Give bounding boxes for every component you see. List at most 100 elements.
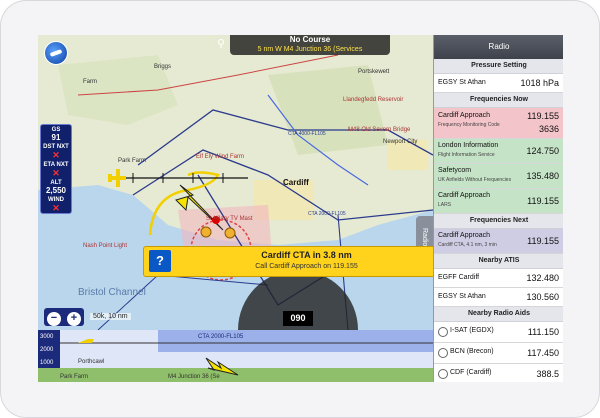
alert-title: Cardiff CTA in 3.8 nm [261, 250, 352, 260]
aid-name: I-SAT (EGDX) [450, 327, 494, 334]
aid-freq: 117.450 [527, 348, 559, 358]
radio-panel: Radio Pressure Setting EGSY St Athan 101… [433, 35, 563, 382]
instrument-label-alt: ALT [50, 180, 62, 186]
zoom-controls: − + [44, 308, 84, 326]
squawk-code: 3636 [538, 124, 559, 134]
atis-row-cardiff[interactable]: EGFF Cardiff 132.480 [434, 269, 563, 288]
instrument-value-dst: ✕ [52, 150, 60, 160]
vor-icon [438, 348, 448, 358]
map-label-cardiff: Cardiff [283, 178, 309, 187]
pressure-value: 1018 hPa [520, 78, 559, 88]
airspace-alert[interactable]: ? Cardiff CTA in 3.8 nm Call Cardiff App… [143, 246, 433, 277]
instrument-strip[interactable]: GS 91 DST NXT ✕ ETA NXT ✕ ALT 2,550 WIND… [40, 124, 72, 214]
freq-value: 135.480 [526, 171, 559, 181]
freq-row-cardiff-approach[interactable]: Cardiff Approach Frequency Monitoring Co… [434, 108, 563, 139]
profile-alt-2000: 2000 [40, 347, 54, 353]
freq-sub: LARS [438, 202, 452, 208]
profile-label-cta: CTA 2000-FL105 [198, 334, 244, 340]
freq-name: Cardiff Approach [438, 192, 491, 199]
freq-row-lars[interactable]: Cardiff Approach LARS 119.155 [434, 189, 563, 214]
instrument-label-wind: WIND [48, 197, 64, 203]
ndb-icon [438, 369, 448, 379]
map-label-newport: Newport City [383, 139, 417, 145]
freq-value: 119.155 [527, 111, 559, 121]
atis-name: EGSY St Athan [438, 293, 486, 300]
aid-name: CDF (Cardiff) [450, 369, 492, 376]
map-label-sthilary: St Hilary TV Mast [206, 216, 253, 222]
instrument-value-wind: ✕ [52, 203, 60, 213]
freq-name: London Information [438, 142, 499, 149]
freq-sub: Flight Information Service [438, 152, 495, 158]
pressure-row[interactable]: EGSY St Athan 1018 hPa [434, 74, 563, 93]
profile-alt-3000: 3000 [40, 334, 54, 340]
ils-icon [438, 327, 448, 337]
freq-row-london-info[interactable]: London Information Flight Information Se… [434, 139, 563, 164]
profile-alt-1000: 1000 [40, 360, 54, 366]
atis-header: Nearby ATIS [434, 254, 563, 269]
map-label-m48: M48 Old Severn Bridge [348, 127, 411, 133]
profile-label-park-farm: Park Farm [60, 374, 88, 380]
aid-row-cdf[interactable]: CDF (Cardiff) 388.5 [434, 364, 563, 382]
course-banner[interactable]: ⚲ No Course 5 nm W M4 Junction 36 (Servi… [217, 35, 390, 55]
freq-next-row[interactable]: Cardiff Approach Cardiff CTA, 4.1 nm, 3 … [434, 229, 563, 254]
freq-name: Cardiff Approach [438, 112, 491, 119]
freq-sub: Cardiff CTA, 4.1 nm, 3 min [438, 242, 497, 248]
tablet-frame: Briggs Farm Portskewett Llandegfedd Rese… [0, 0, 600, 418]
map-label-cta2: CTA 2000-FL105 [308, 211, 346, 217]
freq-name: Safetycom [438, 167, 472, 174]
map-scale: 50k, 10 nm [90, 313, 131, 320]
aid-freq: 111.150 [527, 327, 559, 337]
freq-now-header: Frequencies Now [434, 93, 563, 108]
atis-freq: 132.480 [526, 273, 559, 283]
search-icon[interactable]: ⚲ [214, 37, 228, 51]
aid-name: BCN (Brecon) [450, 348, 494, 355]
atis-name: EGFF Cardiff [438, 274, 480, 281]
app-screen: Briggs Farm Portskewett Llandegfedd Rese… [38, 35, 563, 382]
map-label-park-farm: Park Farm [118, 158, 146, 164]
map-label-portskewett: Portskewett [358, 69, 390, 75]
profile-canvas: 3000 2000 1000 CTA 2000-FL105 Porthcawl … [38, 330, 433, 382]
map-canvas: Briggs Farm Portskewett Llandegfedd Rese… [38, 35, 433, 330]
vertical-profile[interactable]: 3000 2000 1000 CTA 2000-FL105 Porthcawl … [38, 330, 433, 382]
freq-sub: UK Airfields Without Frequencies [438, 177, 512, 183]
map-label-llandegfedd: Llandegfedd Reservoir [343, 97, 403, 103]
question-icon[interactable]: ? [149, 250, 171, 272]
zoom-in-button[interactable]: + [67, 312, 81, 326]
instrument-label-eta: ETA NXT [43, 162, 69, 168]
map-label-bristol: Bristol Channel [78, 287, 146, 298]
pressure-name: EGSY St Athan [438, 79, 486, 86]
freq-row-safetycom[interactable]: Safetycom UK Airfields Without Frequenci… [434, 164, 563, 189]
aid-row-isat[interactable]: I-SAT (EGDX) 111.150 [434, 322, 563, 343]
instrument-value-gs: 91 [51, 133, 61, 142]
map-label-briggs: Briggs [154, 64, 171, 70]
freq-value: 119.155 [527, 196, 559, 206]
instrument-label-dst: DST NXT [43, 144, 69, 150]
alert-subtitle: Call Cardiff Approach on 119.155 [255, 263, 358, 270]
freq-name: Cardiff Approach [438, 232, 491, 239]
instrument-value-alt: 2,550 [45, 186, 67, 195]
instrument-value-eta: ✕ [52, 168, 60, 178]
app-logo[interactable] [44, 41, 68, 65]
freq-next-header: Frequencies Next [434, 214, 563, 229]
freq-value: 124.750 [526, 146, 559, 156]
freq-value: 119.155 [527, 236, 559, 246]
freq-sub: Frequency Monitoring Code [438, 122, 500, 128]
aid-freq: 388.5 [536, 369, 559, 379]
instrument-label-gs: GS [51, 127, 61, 133]
course-title: No Course [289, 35, 331, 44]
map-label-farm: Farm [83, 79, 97, 85]
map-view[interactable]: Briggs Farm Portskewett Llandegfedd Rese… [38, 35, 433, 330]
map-label-nash: Nash Point Light [83, 243, 127, 249]
zoom-out-button[interactable]: − [47, 312, 61, 326]
map-label-cta1: CTA 4000-FL105 [288, 131, 326, 137]
atis-row-st-athan[interactable]: EGSY St Athan 130.560 [434, 288, 563, 307]
map-label-elywind: Elf Ely Wind Farm [196, 154, 244, 160]
aids-header: Nearby Radio Aids [434, 307, 563, 322]
aid-row-bcn[interactable]: BCN (Brecon) 117.450 [434, 343, 563, 364]
atis-freq: 130.560 [526, 292, 559, 302]
panel-title: Radio [434, 35, 563, 59]
heading-readout: 090 [283, 311, 313, 326]
profile-label-porthcawl: Porthcawl [78, 359, 104, 365]
pressure-header: Pressure Setting [434, 59, 563, 74]
profile-label-m4: M4 Junction 36 (Se [168, 374, 220, 380]
